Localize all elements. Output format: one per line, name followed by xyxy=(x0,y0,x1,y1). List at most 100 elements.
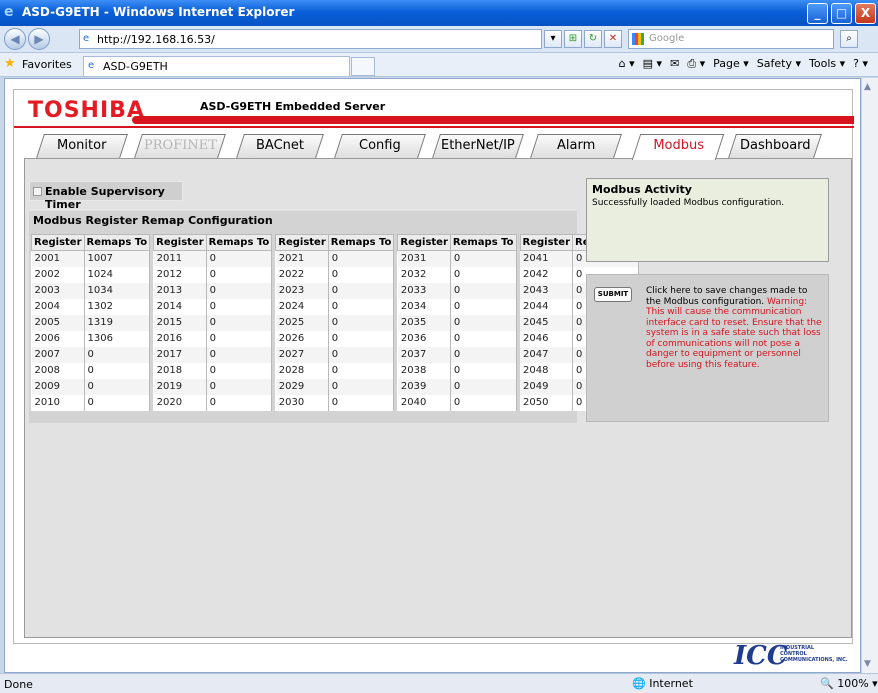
search-input[interactable]: Google xyxy=(628,29,834,49)
tab-dashboard[interactable]: Dashboard xyxy=(728,134,822,158)
favorites-bar: ★ Favorites e ASD-G9ETH ⌂ ▾ ▤ ▾ ✉ ⎙ ▾ Pa… xyxy=(0,53,878,77)
table-row: 2020 0 xyxy=(153,394,273,411)
table-row: 2004 1302 xyxy=(31,298,151,315)
register-cell: 2016 xyxy=(153,330,207,347)
remaps-to-input[interactable]: 0 xyxy=(450,266,517,283)
remaps-to-input[interactable]: 0 xyxy=(84,378,151,395)
remaps-to-input[interactable]: 0 xyxy=(450,394,517,411)
register-cell: 2002 xyxy=(31,266,85,283)
remaps-to-input[interactable]: 0 xyxy=(206,330,273,347)
minimize-button[interactable]: _ xyxy=(807,3,828,24)
browser-tab[interactable]: e ASD-G9ETH xyxy=(83,56,350,76)
remaps-to-input[interactable]: 0 xyxy=(328,330,395,347)
remaps-to-input[interactable]: 0 xyxy=(84,394,151,411)
remaps-to-input[interactable]: 0 xyxy=(84,362,151,379)
table-row: 2024 0 xyxy=(275,298,395,315)
remaps-to-input[interactable]: 0 xyxy=(328,250,395,267)
supervisory-timer-toggle[interactable]: Enable Supervisory Timer xyxy=(29,181,183,211)
register-cell: 2047 xyxy=(520,346,574,363)
remaps-to-input[interactable]: 0 xyxy=(450,314,517,331)
new-tab-button[interactable] xyxy=(351,57,375,76)
register-cell: 2015 xyxy=(153,314,207,331)
tab-ethernet-ip[interactable]: EtherNet/IP xyxy=(432,134,524,158)
remaps-to-input[interactable]: 0 xyxy=(450,250,517,267)
activity-message: Successfully loaded Modbus configuration… xyxy=(592,198,785,208)
remap-grid: Register Remaps To 2001 1007 2002 1024 2003 103… xyxy=(31,234,639,411)
remaps-to-input[interactable]: 0 xyxy=(206,282,273,299)
remaps-to-input[interactable]: 0 xyxy=(450,346,517,363)
tab-bacnet[interactable]: BACnet xyxy=(236,134,324,158)
refresh-icon[interactable]: ↻ xyxy=(584,30,602,48)
register-cell: 2036 xyxy=(397,330,451,347)
safety-menu[interactable]: Safety ▾ xyxy=(757,57,801,71)
remaps-to-input[interactable]: 0 xyxy=(206,346,273,363)
register-cell: 2009 xyxy=(31,378,85,395)
search-icon[interactable]: ⌕ xyxy=(840,30,858,48)
tab-modbus[interactable]: Modbus xyxy=(631,134,725,160)
remaps-to-input[interactable]: 0 xyxy=(328,282,395,299)
tab-monitor[interactable]: Monitor xyxy=(36,134,128,158)
supervisory-timer-checkbox[interactable] xyxy=(33,187,42,196)
table-row: 2032 0 xyxy=(397,266,517,283)
remaps-to-input[interactable]: 0 xyxy=(328,266,395,283)
dropdown-icon[interactable]: ▾ xyxy=(544,30,562,48)
mail-icon[interactable]: ✉ xyxy=(670,57,679,71)
print-icon[interactable]: ⎙ ▾ xyxy=(687,57,705,71)
remaps-to-input[interactable]: 0 xyxy=(206,362,273,379)
vertical-scrollbar[interactable]: ▲ ▼ xyxy=(861,78,878,673)
register-cell: 2048 xyxy=(520,362,574,379)
remaps-to-input[interactable]: 0 xyxy=(206,314,273,331)
register-header: Register xyxy=(31,234,85,251)
remaps-to-input[interactable]: 1034 xyxy=(84,282,151,299)
tab-alarm[interactable]: Alarm xyxy=(530,134,622,158)
help-icon[interactable]: ? ▾ xyxy=(853,57,868,71)
compatibility-icon[interactable]: ⊞ xyxy=(564,30,582,48)
remaps-to-input[interactable]: 0 xyxy=(328,298,395,315)
stop-icon[interactable]: ✕ xyxy=(604,30,622,48)
tab-config[interactable]: Config xyxy=(334,134,426,158)
forward-button[interactable]: ▶ xyxy=(28,28,50,50)
maximize-button[interactable]: □ xyxy=(831,3,852,24)
remaps-to-input[interactable]: 0 xyxy=(328,378,395,395)
address-bar[interactable]: e http://192.168.16.53/ xyxy=(79,29,542,49)
remaps-to-input[interactable]: 1007 xyxy=(84,250,151,267)
remaps-to-input[interactable]: 0 xyxy=(206,394,273,411)
remaps-to-input[interactable]: 0 xyxy=(206,266,273,283)
close-button[interactable]: X xyxy=(855,3,876,24)
remaps-to-input[interactable]: 1302 xyxy=(84,298,151,315)
register-cell: 2003 xyxy=(31,282,85,299)
back-button[interactable]: ◀ xyxy=(4,28,26,50)
remaps-to-input[interactable]: 0 xyxy=(450,378,517,395)
favorites-label[interactable]: Favorites xyxy=(22,58,72,71)
scroll-up-icon[interactable]: ▲ xyxy=(864,82,871,92)
remaps-to-input[interactable]: 0 xyxy=(328,346,395,363)
zoom-level[interactable]: 🔍 100% ▾ xyxy=(820,677,878,690)
remaps-to-input[interactable]: 0 xyxy=(328,314,395,331)
remaps-to-input[interactable]: 0 xyxy=(328,394,395,411)
header-red-line xyxy=(14,126,854,128)
remaps-to-input[interactable]: 0 xyxy=(450,362,517,379)
register-cell: 2032 xyxy=(397,266,451,283)
remaps-to-input[interactable]: 0 xyxy=(206,298,273,315)
remaps-to-input[interactable]: 0 xyxy=(206,250,273,267)
home-icon[interactable]: ⌂ ▾ xyxy=(619,57,635,71)
tools-menu[interactable]: Tools ▾ xyxy=(809,57,845,71)
submit-button[interactable]: SUBMIT xyxy=(594,287,632,302)
page-menu[interactable]: Page ▾ xyxy=(713,57,749,71)
remaps-to-input[interactable]: 0 xyxy=(450,330,517,347)
remaps-to-input[interactable]: 0 xyxy=(84,346,151,363)
remaps-to-input[interactable]: 0 xyxy=(328,362,395,379)
remaps-to-input[interactable]: 1306 xyxy=(84,330,151,347)
star-icon[interactable]: ★ xyxy=(4,56,16,72)
remaps-to-input[interactable]: 1024 xyxy=(84,266,151,283)
address-toolbar: ◀ ▶ e http://192.168.16.53/ ▾ ⊞ ↻ ✕ Goog… xyxy=(0,26,878,53)
remaps-to-input[interactable]: 0 xyxy=(450,282,517,299)
remaps-to-input[interactable]: 0 xyxy=(206,378,273,395)
register-cell: 2026 xyxy=(275,330,329,347)
scroll-down-icon[interactable]: ▼ xyxy=(864,659,871,669)
remaps-to-input[interactable]: 1319 xyxy=(84,314,151,331)
feeds-icon[interactable]: ▤ ▾ xyxy=(643,57,662,71)
remaps-to-input[interactable]: 0 xyxy=(450,298,517,315)
register-cell: 2030 xyxy=(275,394,329,411)
register-remap-section: Modbus Register Remap Configuration Regi… xyxy=(29,211,639,423)
